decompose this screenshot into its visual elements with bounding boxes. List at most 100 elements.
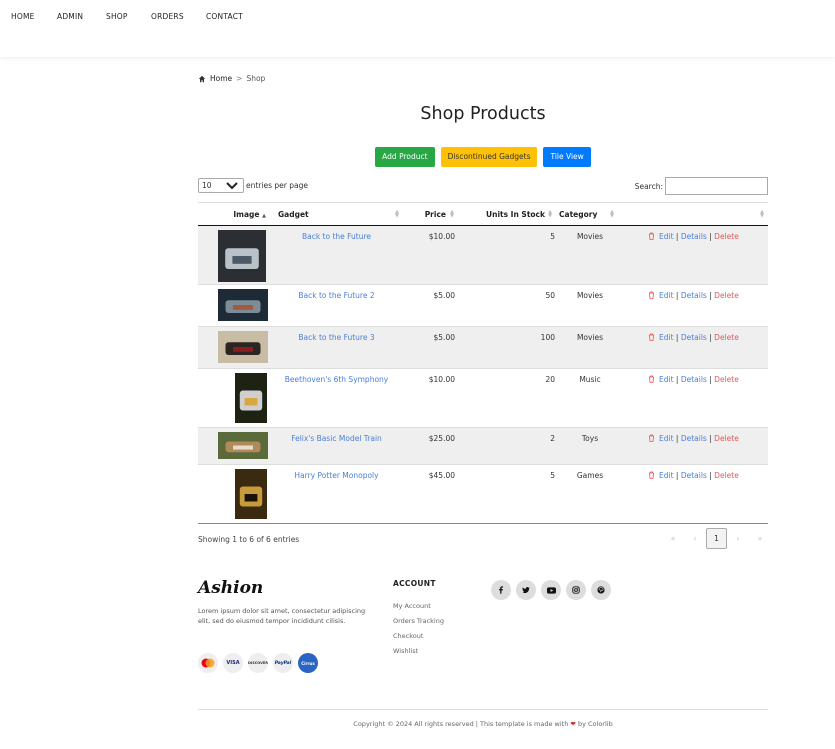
visa-icon: VISA <box>223 653 243 673</box>
details-link[interactable]: Details <box>681 232 707 241</box>
price-cell: $10.00 <box>428 375 455 384</box>
gadget-link[interactable]: Harry Potter Monopoly <box>294 471 378 480</box>
edit-link[interactable]: Edit <box>659 471 674 480</box>
action-buttons: Add Product Discontinued Gadgets Tile Vi… <box>198 147 768 167</box>
breadcrumb-home[interactable]: Home <box>210 74 232 83</box>
edit-link[interactable]: Edit <box>659 333 674 342</box>
edit-link[interactable]: Edit <box>659 291 674 300</box>
entries-label: entries per page <box>246 181 308 190</box>
units-cell: 5 <box>550 232 555 241</box>
category-cell: Games <box>576 471 604 480</box>
gadget-cell: Back to the Future <box>270 226 403 285</box>
details-link[interactable]: Details <box>681 291 707 300</box>
pagination-prev[interactable]: ‹ <box>684 534 706 543</box>
instagram-icon[interactable] <box>566 580 586 600</box>
trash-icon[interactable] <box>648 291 655 299</box>
delete-link[interactable]: Delete <box>714 375 739 384</box>
table-search: Search: <box>635 177 768 195</box>
facebook-icon[interactable] <box>491 580 511 600</box>
product-image-cell <box>198 226 270 285</box>
nav-home[interactable]: HOME <box>11 12 35 21</box>
account-link-wishlist[interactable]: Wishlist <box>393 644 444 659</box>
gadget-link[interactable]: Felix's Basic Model Train <box>291 434 382 443</box>
product-thumbnail[interactable] <box>218 230 266 282</box>
delete-link[interactable]: Delete <box>714 232 739 241</box>
details-link[interactable]: Details <box>681 375 707 384</box>
pagination-first[interactable]: « <box>662 534 684 543</box>
nav-contact[interactable]: CONTACT <box>206 12 243 21</box>
action-separator: | <box>709 471 712 480</box>
top-navbar: HOME ADMIN SHOP ORDERS CONTACT <box>0 0 835 57</box>
edit-link[interactable]: Edit <box>659 375 674 384</box>
action-separator: | <box>675 232 679 241</box>
action-separator: | <box>675 471 679 480</box>
action-separator: | <box>675 291 679 300</box>
chevron-down-icon <box>226 182 238 190</box>
nav-admin[interactable]: ADMIN <box>57 12 83 21</box>
nav-orders[interactable]: ORDERS <box>151 12 184 21</box>
trash-icon[interactable] <box>648 434 655 442</box>
actions-cell: Edit | Details | Delete <box>618 327 768 369</box>
table-info: Showing 1 to 6 of 6 entries <box>198 535 300 544</box>
delete-link[interactable]: Delete <box>714 333 739 342</box>
youtube-icon[interactable] <box>541 580 561 600</box>
entries-select[interactable]: 10 <box>198 178 244 193</box>
col-actions[interactable]: ▲ ▼ <box>618 203 768 226</box>
col-gadget[interactable]: Gadget ▲ ▼ <box>270 203 403 226</box>
col-category[interactable]: Category ▲ ▼ <box>556 203 618 226</box>
account-link-my-account[interactable]: My Account <box>393 599 444 614</box>
category-cell: Music <box>579 375 601 384</box>
table-row: Back to the Future 2 $5.00 50 Movies Edit | … <box>198 285 768 327</box>
gadget-link[interactable]: Back to the Future 3 <box>298 333 374 342</box>
trash-icon[interactable] <box>648 471 655 479</box>
trash-icon[interactable] <box>648 333 655 341</box>
product-thumbnail[interactable] <box>218 289 268 321</box>
actions-cell: Edit | Details | Delete <box>618 465 768 524</box>
delete-link[interactable]: Delete <box>714 471 739 480</box>
paypal-icon: PayPal <box>273 653 293 673</box>
nav-shop[interactable]: SHOP <box>106 12 128 21</box>
col-image[interactable]: Image ▲ <box>198 203 270 226</box>
table-row: Back to the Future 3 $5.00 100 Movies Edit |… <box>198 326 768 369</box>
col-price[interactable]: Price ▲ ▼ <box>403 203 458 226</box>
pinterest-icon[interactable] <box>591 580 611 600</box>
tile-view-button[interactable]: Tile View <box>543 147 591 167</box>
pagination-next[interactable]: › <box>727 534 749 543</box>
cirrus-icon: Cirrus <box>298 653 318 673</box>
discontinued-gadgets-button[interactable]: Discontinued Gadgets <box>440 147 538 167</box>
product-thumbnail[interactable] <box>218 331 268 363</box>
trash-icon[interactable] <box>648 375 655 383</box>
units-cell: 20 <box>545 375 555 384</box>
units-cell: 50 <box>545 291 555 300</box>
twitter-icon[interactable] <box>516 580 536 600</box>
account-link-orders-tracking[interactable]: Orders Tracking <box>393 614 444 629</box>
add-product-button[interactable]: Add Product <box>375 147 435 167</box>
col-units[interactable]: Units In Stock ▲ ▼ <box>458 203 556 226</box>
page-title: Shop Products <box>420 104 546 124</box>
footer-logo[interactable]: Ashion <box>198 578 263 598</box>
gadget-link[interactable]: Back to the Future 2 <box>298 291 374 300</box>
edit-link[interactable]: Edit <box>659 434 674 443</box>
details-link[interactable]: Details <box>681 333 707 342</box>
pagination-last[interactable]: » <box>749 534 771 543</box>
details-link[interactable]: Details <box>681 434 707 443</box>
gadget-link[interactable]: Beethoven's 6th Symphony <box>285 375 388 384</box>
delete-link[interactable]: Delete <box>714 291 739 300</box>
actions-cell: Edit | Details | Delete <box>618 369 768 428</box>
gadget-link[interactable]: Back to the Future <box>302 232 371 241</box>
details-link[interactable]: Details <box>681 471 707 480</box>
product-thumbnail[interactable] <box>218 432 268 459</box>
edit-link[interactable]: Edit <box>659 232 674 241</box>
account-link-checkout[interactable]: Checkout <box>393 629 444 644</box>
gadget-cell: Harry Potter Monopoly <box>270 465 403 524</box>
product-thumbnail[interactable] <box>235 469 267 519</box>
search-label: Search: <box>634 181 663 191</box>
gadget-cell: Felix's Basic Model Train <box>270 428 403 465</box>
category-cell: Movies <box>576 232 604 241</box>
delete-link[interactable]: Delete <box>714 434 739 443</box>
pagination-page-1[interactable]: 1 <box>706 528 727 549</box>
trash-icon[interactable] <box>648 232 655 240</box>
entries-select-value: 10 <box>202 181 212 190</box>
search-input[interactable] <box>665 177 768 195</box>
product-thumbnail[interactable] <box>235 373 267 423</box>
